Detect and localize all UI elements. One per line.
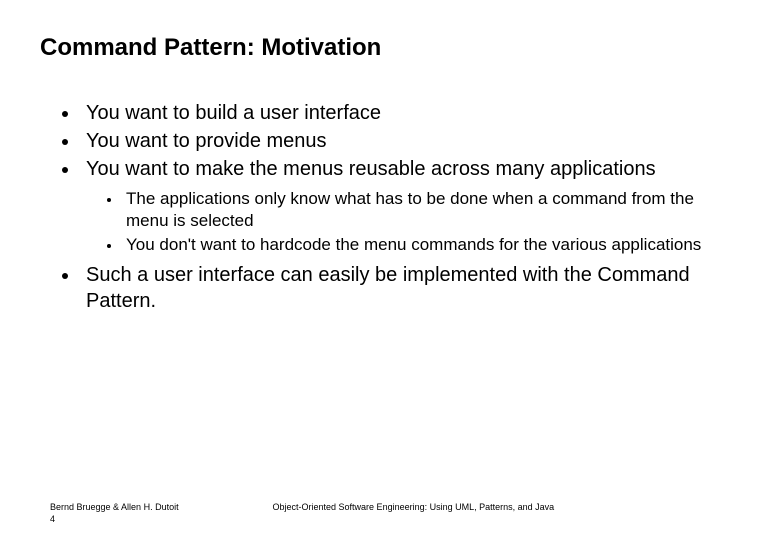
bullet-item: You want to build a user interface (80, 100, 740, 126)
footer-authors: Bernd Bruegge & Allen H. Dutoit (50, 502, 270, 512)
sub-bullet-list: The applications only know what has to b… (122, 188, 740, 256)
slide-title: Command Pattern: Motivation (40, 34, 740, 62)
bullet-item: Such a user interface can easily be impl… (80, 262, 740, 314)
main-bullet-list: You want to build a user interface You w… (80, 100, 740, 314)
footer-left: Bernd Bruegge & Allen H. Dutoit 4 (50, 502, 270, 524)
footer-book-title: Object-Oriented Software Engineering: Us… (273, 502, 555, 512)
bullet-item: You want to make the menus reusable acro… (80, 156, 740, 256)
slide-footer: Bernd Bruegge & Allen H. Dutoit 4 Object… (50, 502, 740, 524)
bullet-text: You want to make the menus reusable acro… (86, 158, 656, 180)
page-number: 4 (50, 514, 270, 524)
sub-bullet-item: The applications only know what has to b… (122, 188, 740, 232)
sub-bullet-item: You don't want to hardcode the menu comm… (122, 234, 740, 256)
bullet-item: You want to provide menus (80, 128, 740, 154)
